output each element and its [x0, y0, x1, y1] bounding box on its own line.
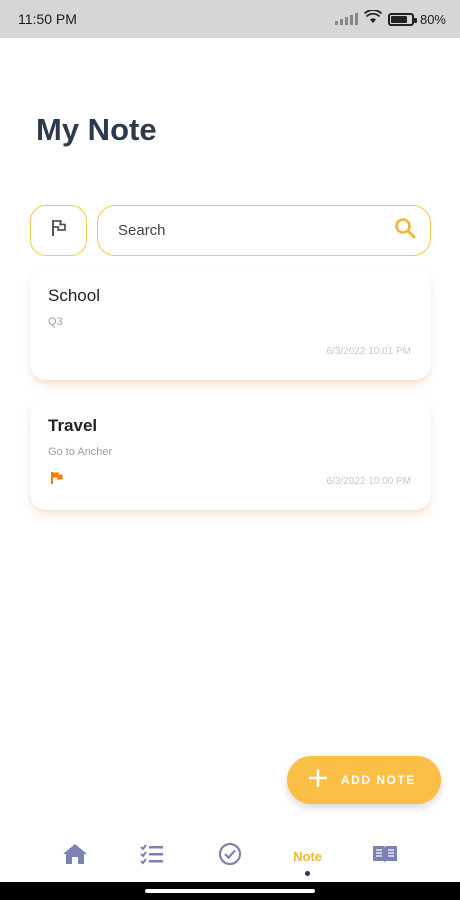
home-indicator[interactable] [145, 889, 315, 893]
note-date: 6/3/2022 10:00 PM [326, 476, 411, 487]
nav-book[interactable] [363, 834, 407, 878]
nav-home[interactable] [53, 834, 97, 878]
flag-icon [50, 471, 64, 490]
gesture-bar [0, 882, 460, 900]
status-bar: 11:50 PM 80% [0, 0, 460, 38]
plus-icon [308, 768, 328, 792]
nav-note-label: Note [293, 848, 323, 864]
nav-note[interactable]: Note [286, 834, 330, 878]
note-date: 6/3/2022 10:01 PM [326, 346, 411, 357]
status-time: 11:50 PM [18, 11, 77, 27]
bottom-nav: Note [0, 830, 460, 882]
add-note-label: ADD NOTE [341, 773, 416, 787]
active-indicator-dot [305, 871, 311, 876]
note-card[interactable]: Travel Go to Ancher 6/3/2022 10:00 PM [30, 398, 431, 510]
wifi-icon [363, 8, 383, 29]
status-icons: 80% [334, 8, 446, 29]
search-input[interactable] [118, 222, 394, 239]
check-circle-icon [218, 842, 242, 871]
note-subtitle: Go to Ancher [48, 446, 113, 458]
search-box[interactable] [97, 205, 431, 256]
signal-icon [334, 13, 358, 25]
note-title: Travel [48, 416, 98, 435]
home-icon [62, 842, 88, 871]
note-card[interactable]: School Q3 6/3/2022 10:01 PM [30, 268, 431, 380]
battery-percent: 80% [419, 11, 446, 27]
battery-icon [387, 12, 417, 26]
note-subtitle: Q3 [48, 316, 63, 328]
book-icon [371, 843, 399, 870]
flag-outline-icon [49, 218, 69, 243]
search-icon[interactable] [394, 217, 416, 244]
note-title: School [48, 286, 100, 305]
add-note-button[interactable]: ADD NOTE [287, 756, 441, 804]
nav-done[interactable] [208, 834, 252, 878]
checklist-icon [139, 843, 165, 870]
flag-filter-button[interactable] [30, 205, 87, 256]
nav-checklist[interactable] [130, 834, 174, 878]
page-title: My Note [36, 112, 157, 147]
